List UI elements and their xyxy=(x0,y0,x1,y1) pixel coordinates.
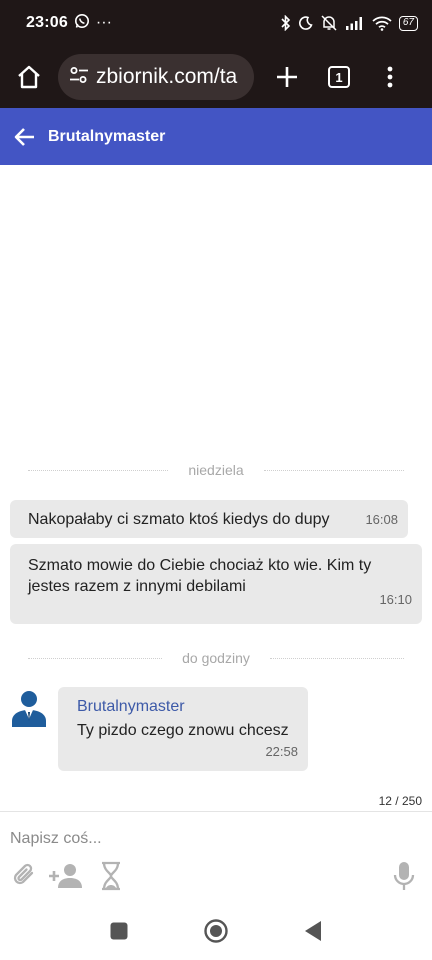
battery-indicator: 67 xyxy=(398,15,418,31)
message-time: 22:58 xyxy=(265,744,298,759)
bluetooth-icon xyxy=(280,15,292,31)
message-text: Nakopałaby ci szmato ktoś kiedys do dupy xyxy=(28,511,330,528)
home-icon[interactable] xyxy=(12,60,46,94)
message-sender[interactable]: Brutalnymaster xyxy=(77,698,298,716)
moon-icon xyxy=(298,16,313,30)
message-time: 16:08 xyxy=(365,512,398,527)
avatar[interactable] xyxy=(9,687,49,727)
site-settings-icon[interactable] xyxy=(68,64,90,91)
status-time: 23:06 xyxy=(26,14,68,31)
page-title: Brutalnymaster xyxy=(48,127,166,145)
character-counter: 12 / 250 xyxy=(378,794,422,808)
chat-header: Brutalnymaster xyxy=(0,108,432,165)
message-bubble[interactable]: Nakopałaby ci szmato ktoś kiedys do dupy… xyxy=(10,500,408,538)
message-bubble[interactable]: Brutalnymaster Ty pizdo czego znowu chce… xyxy=(58,687,308,771)
address-bar[interactable]: zbiornik.com/ta xyxy=(58,54,254,100)
whatsapp-icon xyxy=(74,13,90,34)
browser-toolbar: zbiornik.com/ta 1 xyxy=(0,46,432,108)
back-arrow-icon[interactable] xyxy=(12,124,38,150)
separator-label: niedziela xyxy=(188,462,244,478)
day-separator: niedziela xyxy=(28,460,405,480)
attach-icon[interactable] xyxy=(12,860,38,892)
add-person-icon[interactable] xyxy=(48,860,84,892)
mic-icon[interactable] xyxy=(392,860,416,892)
url-text[interactable]: zbiornik.com/ta xyxy=(96,65,237,89)
message-input[interactable] xyxy=(10,828,410,850)
separator-label: do godziny xyxy=(182,650,250,666)
day-separator: do godziny xyxy=(28,648,404,668)
wifi-icon xyxy=(372,16,392,31)
menu-icon[interactable] xyxy=(380,60,400,94)
mute-icon xyxy=(320,15,338,31)
message-composer xyxy=(0,811,432,901)
message-bubble[interactable]: Szmato mowie do Ciebie chociaż kto wie. … xyxy=(10,544,422,624)
separator-line xyxy=(28,469,169,471)
hourglass-icon[interactable] xyxy=(100,860,122,892)
status-more-dots: ··· xyxy=(95,14,112,31)
system-navigation-bar xyxy=(0,901,432,960)
status-left: 23:06 ··· xyxy=(26,13,112,34)
status-right: 67 xyxy=(280,15,418,31)
message-time: 16:10 xyxy=(379,592,412,607)
message-text: Ty pizdo czego znowu chcesz xyxy=(77,722,289,739)
plus-icon[interactable] xyxy=(270,60,304,94)
separator-line xyxy=(269,657,404,659)
separator-line xyxy=(263,469,405,471)
status-bar: 23:06 ··· 67 xyxy=(0,0,432,46)
tab-switcher-button[interactable]: 1 xyxy=(328,66,350,88)
message-text: Szmato mowie do Ciebie chociaż kto wie. … xyxy=(28,557,372,595)
recent-apps-button[interactable] xyxy=(106,918,132,944)
signal-icon xyxy=(345,16,365,30)
separator-line xyxy=(28,657,163,659)
home-button[interactable] xyxy=(203,918,229,944)
back-button[interactable] xyxy=(300,918,326,944)
